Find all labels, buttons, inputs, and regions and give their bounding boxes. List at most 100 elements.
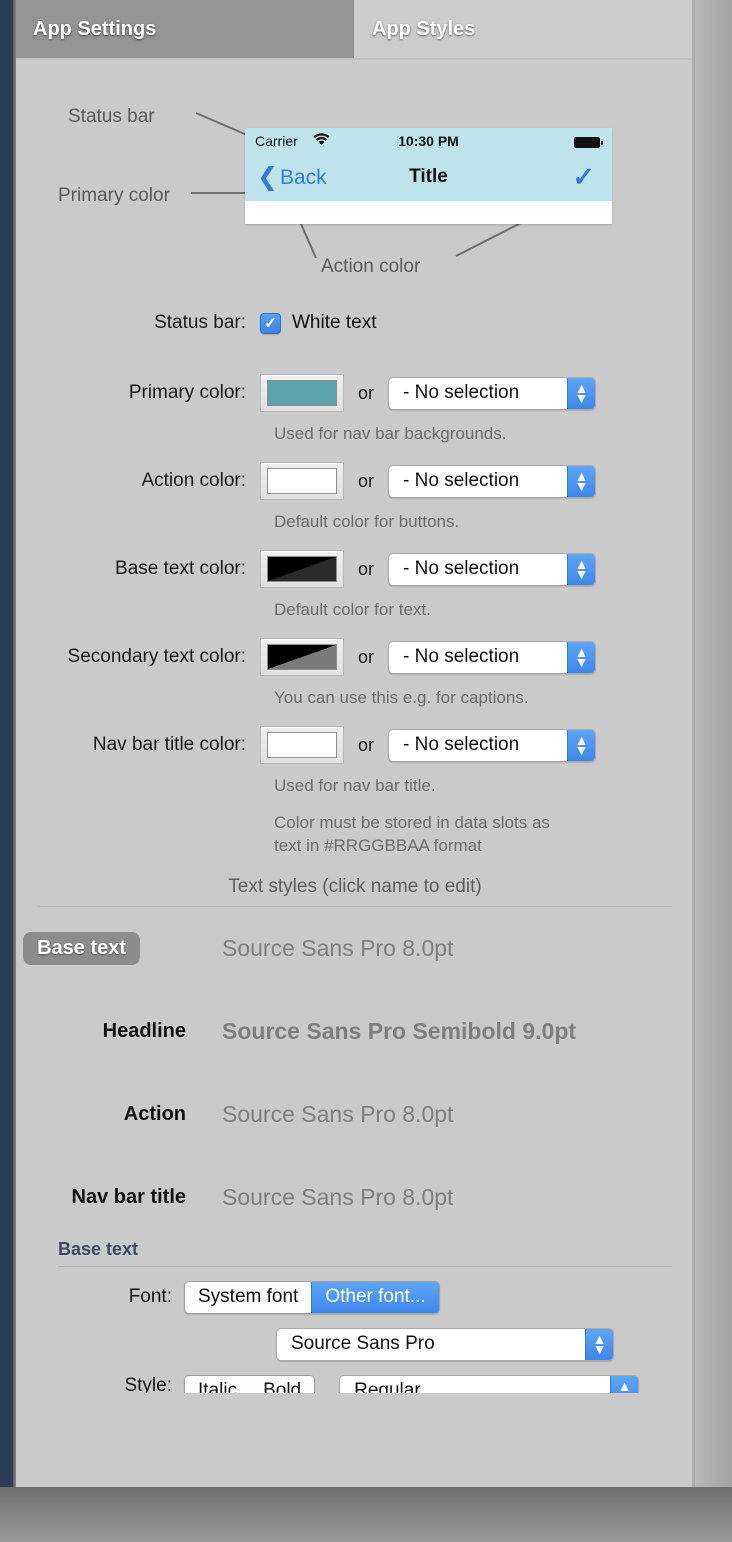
color-row-label-0: Primary color: xyxy=(16,382,260,404)
chevron-updown-icon: ▲▼ xyxy=(567,730,595,761)
row-font: Font: System font Other font... xyxy=(16,1281,694,1314)
chevron-updown-icon: ▲▼ xyxy=(567,378,595,409)
checkbox-check-icon: ✓ xyxy=(264,314,277,332)
color-row-hint-3: You can use this e.g. for captions. xyxy=(274,688,694,708)
color-row-or-4: or xyxy=(358,735,374,756)
color-swatch-3[interactable] xyxy=(260,638,344,676)
callout-status-bar: Status bar xyxy=(68,106,155,128)
color-data-slot-value-0: - No selection xyxy=(403,382,519,404)
segment-bold[interactable]: Bold xyxy=(250,1376,314,1393)
chevron-updown-icon-2: ▲▼ xyxy=(610,1376,638,1393)
app-settings-window: App Settings App Styles Status bar Prima… xyxy=(16,0,694,1487)
screen-root: App Settings App Styles Status bar Prima… xyxy=(0,0,732,1542)
desktop-bottom-area xyxy=(0,1487,732,1542)
preview-nav-title: Title xyxy=(245,166,612,188)
text-style-desc-0: Source Sans Pro 8.0pt xyxy=(222,935,453,962)
color-swatch-fill-4 xyxy=(267,732,337,758)
tab-app-settings[interactable]: App Settings xyxy=(16,0,354,58)
segment-italic[interactable]: Italic xyxy=(185,1376,250,1393)
font-style-segmented-control[interactable]: Italic Bold xyxy=(184,1375,315,1393)
font-style-select[interactable]: Regular ▲▼ xyxy=(339,1375,639,1393)
color-data-slot-select-3[interactable]: - No selection ▲▼ xyxy=(388,641,596,674)
color-data-slot-select-1[interactable]: - No selection ▲▼ xyxy=(388,465,596,498)
row-color-2: Base text color:or- No selection▲▼ xyxy=(16,544,694,594)
text-style-row-0: Base text Source Sans Pro 8.0pt xyxy=(16,907,694,990)
phone-preview: Carrier 10:30 PM ❮ Back xyxy=(245,128,612,224)
preview-nav-bar: ❮ Back Title ✓ xyxy=(245,156,612,201)
text-style-row-1: Headline Source Sans Pro Semibold 9.0pt xyxy=(16,990,694,1073)
color-row-hint-0: Used for nav bar backgrounds. xyxy=(274,424,694,444)
detail-panel-rule xyxy=(58,1266,672,1267)
color-swatch-0[interactable] xyxy=(260,374,344,412)
color-data-slot-value-4: - No selection xyxy=(403,734,519,756)
color-swatch-fill-1 xyxy=(267,468,337,494)
color-row-label-2: Base text color: xyxy=(16,558,260,580)
segment-other-font[interactable]: Other font... xyxy=(311,1282,438,1313)
color-swatch-4[interactable] xyxy=(260,726,344,764)
color-data-slot-value-3: - No selection xyxy=(403,646,519,668)
status-bar-time: 10:30 PM xyxy=(245,133,612,149)
chevron-updown-icon: ▲▼ xyxy=(585,1329,613,1360)
font-family-select-value: Source Sans Pro xyxy=(291,1333,435,1355)
segment-system-font[interactable]: System font xyxy=(185,1282,311,1313)
color-row-label-3: Secondary text color: xyxy=(16,646,260,668)
checkmark-icon[interactable]: ✓ xyxy=(572,162,595,193)
color-swatch-2[interactable] xyxy=(260,550,344,588)
color-data-slot-select-0[interactable]: - No selection ▲▼ xyxy=(388,377,596,410)
color-format-note-line1: Color must be stored in data slots as xyxy=(274,812,694,835)
row-color-3: Secondary text color: or - No selection ▲▼ xyxy=(16,632,694,682)
font-style-select-value: Regular xyxy=(354,1380,421,1393)
text-style-name-1[interactable]: Headline xyxy=(16,1020,196,1043)
text-style-row-2: Action Source Sans Pro 8.0pt xyxy=(16,1073,694,1156)
color-rows-container: Primary color: or - No selection ▲▼ Used for… xyxy=(16,368,694,796)
row-status-bar: Status bar: ✓ White text xyxy=(16,300,694,346)
color-row-label-1: Action color: xyxy=(16,470,260,492)
color-data-slot-select-4[interactable]: - No selection ▲▼ xyxy=(388,729,596,762)
nav-bar-preview-area: Status bar Primary color Action color Ca… xyxy=(16,60,694,300)
color-swatch-fill-0 xyxy=(267,380,337,406)
chevron-updown-icon: ▲▼ xyxy=(567,642,595,673)
preview-status-bar: Carrier 10:30 PM xyxy=(245,128,612,156)
font-family-select[interactable]: Source Sans Pro ▲▼ xyxy=(276,1328,614,1361)
row-font-family: Source Sans Pro ▲▼ xyxy=(16,1328,694,1361)
text-style-desc-2: Source Sans Pro 8.0pt xyxy=(222,1101,453,1128)
color-format-note: Color must be stored in data slots as te… xyxy=(274,812,694,858)
tab-bar: App Settings App Styles xyxy=(16,0,694,58)
status-bar-row-label: Status bar: xyxy=(16,312,260,334)
tab-app-styles-label: App Styles xyxy=(372,18,475,41)
color-data-slot-value-2: - No selection xyxy=(403,558,519,580)
callout-status-bar-label: Status bar xyxy=(68,106,155,127)
white-text-checkbox[interactable]: ✓ xyxy=(260,313,281,334)
text-styles-section-title: Text styles (click name to edit) xyxy=(16,876,694,898)
callout-primary-color-label: Primary color xyxy=(58,185,170,206)
color-data-slot-select-2[interactable]: - No selection▲▼ xyxy=(388,553,596,586)
text-styles-list: Base text Source Sans Pro 8.0pt Headline So… xyxy=(16,907,694,1239)
color-row-or-0: or xyxy=(358,383,374,404)
white-text-label: White text xyxy=(292,312,376,334)
window-left-edge xyxy=(0,0,13,1487)
color-swatch-fill-2 xyxy=(267,556,337,582)
color-row-label-4: Nav bar title color: xyxy=(16,734,260,756)
tab-app-styles[interactable]: App Styles xyxy=(355,0,694,58)
text-style-name-3[interactable]: Nav bar title xyxy=(16,1186,196,1209)
callout-action-color-label: Action color xyxy=(321,256,420,277)
battery-icon xyxy=(574,137,600,148)
row-font-style-cutoff: Style: Italic Bold Regular ▲▼ xyxy=(16,1375,694,1393)
text-style-name-2[interactable]: Action xyxy=(16,1103,196,1126)
style-row-label: Style: xyxy=(16,1375,184,1393)
font-source-segmented-control[interactable]: System font Other font... xyxy=(184,1281,440,1314)
color-row-or-1: or xyxy=(358,471,374,492)
callout-action-color: Action color xyxy=(321,256,420,278)
desktop-right-area xyxy=(695,0,732,1487)
color-format-note-line2: text in #RRGGBBAA format xyxy=(274,835,694,858)
color-row-or-3: or xyxy=(358,647,374,668)
color-swatch-1[interactable] xyxy=(260,462,344,500)
chevron-updown-icon: ▲▼ xyxy=(567,466,595,497)
text-style-desc-1: Source Sans Pro Semibold 9.0pt xyxy=(222,1018,576,1045)
text-style-row-3: Nav bar titleSource Sans Pro 8.0pt xyxy=(16,1156,694,1239)
tab-app-settings-label: App Settings xyxy=(33,18,156,41)
row-color-4: Nav bar title color: or - No selection ▲▼ xyxy=(16,720,694,770)
text-style-name-0[interactable]: Base text xyxy=(23,932,140,965)
settings-form: Status bar: ✓ White text Primary color: o… xyxy=(16,300,694,1393)
color-data-slot-value-1: - No selection xyxy=(403,470,519,492)
